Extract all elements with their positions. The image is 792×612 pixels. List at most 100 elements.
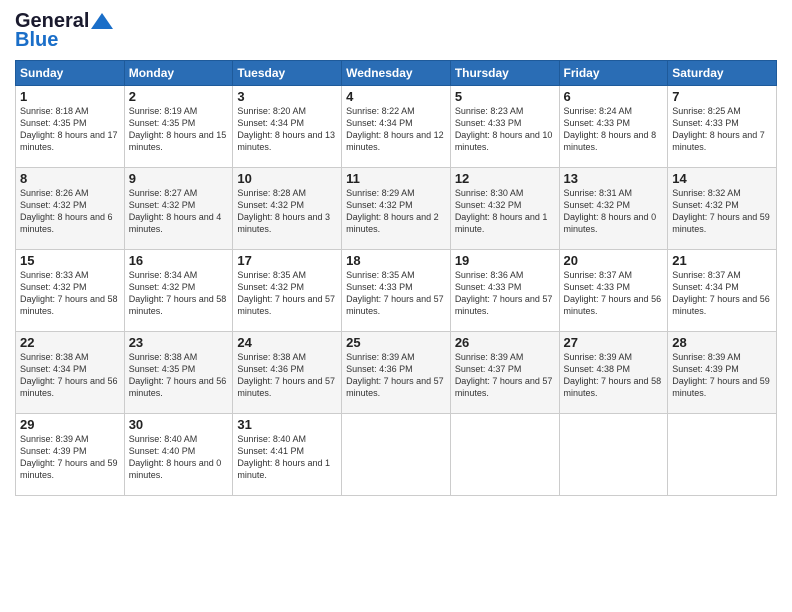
day-number: 31	[237, 417, 337, 432]
calendar-cell: 19 Sunrise: 8:36 AM Sunset: 4:33 PM Dayl…	[450, 250, 559, 332]
day-number: 2	[129, 89, 229, 104]
day-number: 5	[455, 89, 555, 104]
calendar-cell: 28 Sunrise: 8:39 AM Sunset: 4:39 PM Dayl…	[668, 332, 777, 414]
day-number: 28	[672, 335, 772, 350]
day-detail: Sunrise: 8:25 AM Sunset: 4:33 PM Dayligh…	[672, 106, 765, 152]
day-number: 10	[237, 171, 337, 186]
day-detail: Sunrise: 8:37 AM Sunset: 4:33 PM Dayligh…	[564, 270, 662, 316]
day-number: 13	[564, 171, 664, 186]
day-number: 3	[237, 89, 337, 104]
day-detail: Sunrise: 8:20 AM Sunset: 4:34 PM Dayligh…	[237, 106, 335, 152]
day-number: 20	[564, 253, 664, 268]
day-detail: Sunrise: 8:35 AM Sunset: 4:32 PM Dayligh…	[237, 270, 335, 316]
calendar-cell: 8 Sunrise: 8:26 AM Sunset: 4:32 PM Dayli…	[16, 168, 125, 250]
col-tuesday: Tuesday	[233, 61, 342, 86]
day-detail: Sunrise: 8:37 AM Sunset: 4:34 PM Dayligh…	[672, 270, 770, 316]
day-detail: Sunrise: 8:34 AM Sunset: 4:32 PM Dayligh…	[129, 270, 227, 316]
day-number: 22	[20, 335, 120, 350]
calendar-cell: 18 Sunrise: 8:35 AM Sunset: 4:33 PM Dayl…	[342, 250, 451, 332]
calendar-cell: 22 Sunrise: 8:38 AM Sunset: 4:34 PM Dayl…	[16, 332, 125, 414]
day-detail: Sunrise: 8:31 AM Sunset: 4:32 PM Dayligh…	[564, 188, 657, 234]
calendar-cell: 30 Sunrise: 8:40 AM Sunset: 4:40 PM Dayl…	[124, 414, 233, 496]
day-detail: Sunrise: 8:30 AM Sunset: 4:32 PM Dayligh…	[455, 188, 548, 234]
calendar-cell: 3 Sunrise: 8:20 AM Sunset: 4:34 PM Dayli…	[233, 86, 342, 168]
day-detail: Sunrise: 8:19 AM Sunset: 4:35 PM Dayligh…	[129, 106, 227, 152]
col-friday: Friday	[559, 61, 668, 86]
calendar-cell: 12 Sunrise: 8:30 AM Sunset: 4:32 PM Dayl…	[450, 168, 559, 250]
calendar-week-row: 15 Sunrise: 8:33 AM Sunset: 4:32 PM Dayl…	[16, 250, 777, 332]
calendar-cell: 26 Sunrise: 8:39 AM Sunset: 4:37 PM Dayl…	[450, 332, 559, 414]
day-number: 7	[672, 89, 772, 104]
day-detail: Sunrise: 8:39 AM Sunset: 4:37 PM Dayligh…	[455, 352, 553, 398]
col-monday: Monday	[124, 61, 233, 86]
day-detail: Sunrise: 8:38 AM Sunset: 4:35 PM Dayligh…	[129, 352, 227, 398]
day-detail: Sunrise: 8:39 AM Sunset: 4:38 PM Dayligh…	[564, 352, 662, 398]
day-number: 17	[237, 253, 337, 268]
day-detail: Sunrise: 8:27 AM Sunset: 4:32 PM Dayligh…	[129, 188, 222, 234]
logo: General Blue	[15, 10, 113, 52]
calendar-cell: 27 Sunrise: 8:39 AM Sunset: 4:38 PM Dayl…	[559, 332, 668, 414]
day-detail: Sunrise: 8:18 AM Sunset: 4:35 PM Dayligh…	[20, 106, 118, 152]
calendar-cell: 29 Sunrise: 8:39 AM Sunset: 4:39 PM Dayl…	[16, 414, 125, 496]
calendar-cell	[342, 414, 451, 496]
day-detail: Sunrise: 8:24 AM Sunset: 4:33 PM Dayligh…	[564, 106, 657, 152]
day-number: 26	[455, 335, 555, 350]
day-detail: Sunrise: 8:40 AM Sunset: 4:40 PM Dayligh…	[129, 434, 222, 480]
calendar-cell: 11 Sunrise: 8:29 AM Sunset: 4:32 PM Dayl…	[342, 168, 451, 250]
calendar-cell: 24 Sunrise: 8:38 AM Sunset: 4:36 PM Dayl…	[233, 332, 342, 414]
day-number: 1	[20, 89, 120, 104]
calendar-cell	[559, 414, 668, 496]
day-detail: Sunrise: 8:22 AM Sunset: 4:34 PM Dayligh…	[346, 106, 444, 152]
day-number: 9	[129, 171, 229, 186]
calendar-cell: 15 Sunrise: 8:33 AM Sunset: 4:32 PM Dayl…	[16, 250, 125, 332]
day-number: 21	[672, 253, 772, 268]
calendar-week-row: 8 Sunrise: 8:26 AM Sunset: 4:32 PM Dayli…	[16, 168, 777, 250]
day-number: 12	[455, 171, 555, 186]
calendar-cell: 9 Sunrise: 8:27 AM Sunset: 4:32 PM Dayli…	[124, 168, 233, 250]
day-number: 29	[20, 417, 120, 432]
col-thursday: Thursday	[450, 61, 559, 86]
logo-blue: Blue	[15, 29, 58, 52]
col-saturday: Saturday	[668, 61, 777, 86]
calendar-cell: 2 Sunrise: 8:19 AM Sunset: 4:35 PM Dayli…	[124, 86, 233, 168]
calendar-cell: 10 Sunrise: 8:28 AM Sunset: 4:32 PM Dayl…	[233, 168, 342, 250]
day-detail: Sunrise: 8:28 AM Sunset: 4:32 PM Dayligh…	[237, 188, 330, 234]
day-detail: Sunrise: 8:32 AM Sunset: 4:32 PM Dayligh…	[672, 188, 770, 234]
day-number: 8	[20, 171, 120, 186]
day-detail: Sunrise: 8:35 AM Sunset: 4:33 PM Dayligh…	[346, 270, 444, 316]
calendar-body: 1 Sunrise: 8:18 AM Sunset: 4:35 PM Dayli…	[16, 86, 777, 496]
calendar-cell: 25 Sunrise: 8:39 AM Sunset: 4:36 PM Dayl…	[342, 332, 451, 414]
day-number: 11	[346, 171, 446, 186]
calendar-cell: 31 Sunrise: 8:40 AM Sunset: 4:41 PM Dayl…	[233, 414, 342, 496]
day-number: 6	[564, 89, 664, 104]
calendar-cell: 23 Sunrise: 8:38 AM Sunset: 4:35 PM Dayl…	[124, 332, 233, 414]
calendar-table: Sunday Monday Tuesday Wednesday Thursday…	[15, 60, 777, 496]
page: General Blue Sunday Monday Tuesday Wedne…	[0, 0, 792, 506]
day-number: 18	[346, 253, 446, 268]
day-detail: Sunrise: 8:39 AM Sunset: 4:39 PM Dayligh…	[672, 352, 770, 398]
header: General Blue	[15, 10, 777, 52]
calendar-cell	[668, 414, 777, 496]
calendar-cell: 20 Sunrise: 8:37 AM Sunset: 4:33 PM Dayl…	[559, 250, 668, 332]
calendar-week-row: 1 Sunrise: 8:18 AM Sunset: 4:35 PM Dayli…	[16, 86, 777, 168]
day-detail: Sunrise: 8:38 AM Sunset: 4:36 PM Dayligh…	[237, 352, 335, 398]
day-detail: Sunrise: 8:38 AM Sunset: 4:34 PM Dayligh…	[20, 352, 118, 398]
calendar-cell: 6 Sunrise: 8:24 AM Sunset: 4:33 PM Dayli…	[559, 86, 668, 168]
calendar-cell: 4 Sunrise: 8:22 AM Sunset: 4:34 PM Dayli…	[342, 86, 451, 168]
calendar-cell: 13 Sunrise: 8:31 AM Sunset: 4:32 PM Dayl…	[559, 168, 668, 250]
calendar-cell: 14 Sunrise: 8:32 AM Sunset: 4:32 PM Dayl…	[668, 168, 777, 250]
day-number: 24	[237, 335, 337, 350]
calendar-cell: 1 Sunrise: 8:18 AM Sunset: 4:35 PM Dayli…	[16, 86, 125, 168]
day-number: 30	[129, 417, 229, 432]
day-detail: Sunrise: 8:33 AM Sunset: 4:32 PM Dayligh…	[20, 270, 118, 316]
day-detail: Sunrise: 8:40 AM Sunset: 4:41 PM Dayligh…	[237, 434, 330, 480]
day-number: 25	[346, 335, 446, 350]
day-detail: Sunrise: 8:39 AM Sunset: 4:39 PM Dayligh…	[20, 434, 118, 480]
calendar-cell: 7 Sunrise: 8:25 AM Sunset: 4:33 PM Dayli…	[668, 86, 777, 168]
day-detail: Sunrise: 8:36 AM Sunset: 4:33 PM Dayligh…	[455, 270, 553, 316]
day-number: 4	[346, 89, 446, 104]
calendar-cell: 21 Sunrise: 8:37 AM Sunset: 4:34 PM Dayl…	[668, 250, 777, 332]
day-detail: Sunrise: 8:29 AM Sunset: 4:32 PM Dayligh…	[346, 188, 439, 234]
calendar-cell	[450, 414, 559, 496]
calendar-week-row: 22 Sunrise: 8:38 AM Sunset: 4:34 PM Dayl…	[16, 332, 777, 414]
